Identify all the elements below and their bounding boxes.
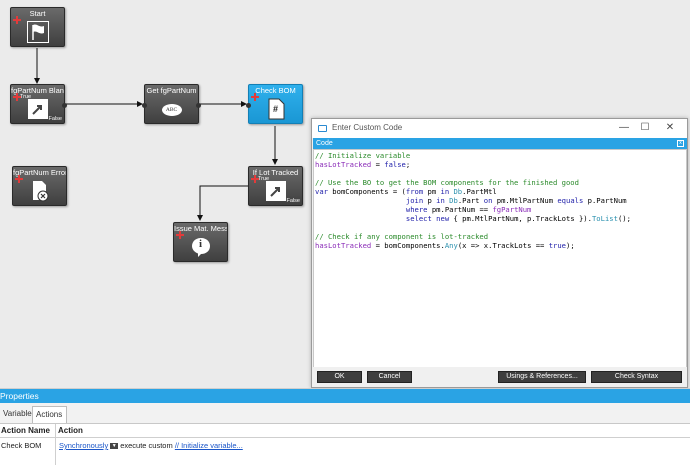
code-line: // Check if any component is lot-tracked: [315, 232, 489, 241]
close-icon[interactable]: ✕: [659, 119, 681, 138]
node-issue-mat-message[interactable]: Issue Mat. Messag i: [173, 222, 228, 262]
arrow-icon: [265, 181, 286, 201]
input-port[interactable]: [246, 103, 251, 108]
code-line: // Use the BO to get the BOM components …: [315, 178, 579, 187]
code-file-icon-text: #: [272, 104, 278, 114]
flag-icon: [26, 21, 49, 43]
maximize-icon[interactable]: ☐: [634, 119, 656, 138]
code-line: join p in Db.Part on pm.MtlPartNum equal…: [405, 196, 627, 205]
abc-icon-text: ABC: [165, 107, 178, 113]
code-line: hasLotTracked = bomComponents.Any(x => x…: [315, 241, 575, 250]
info-icon-text: i: [198, 238, 203, 250]
code-line: hasLotTracked = false;: [315, 160, 411, 169]
properties-panel: Properties Variables Actions Action Name…: [0, 388, 690, 465]
dialog-button-bar: OK Cancel Usings & References... Check S…: [312, 367, 687, 387]
dialog-title-bar[interactable]: Enter Custom Code — ☐ ✕: [312, 119, 687, 138]
action-name-cell: Check BOM: [1, 441, 42, 450]
input-port[interactable]: [142, 103, 147, 108]
column-divider: [55, 424, 56, 465]
false-label: False: [286, 198, 300, 204]
false-label: False: [48, 116, 62, 122]
synchronously-link[interactable]: Synchronously: [59, 441, 108, 450]
tab-variables[interactable]: Variables: [0, 406, 36, 423]
action-cell: Synchronously ▼ execute custom // Initiali…: [59, 439, 243, 453]
app-icon: [318, 125, 327, 132]
collapse-icon[interactable]: x: [677, 140, 684, 147]
code-editor[interactable]: // Initialize variable hasLotTracked = f…: [313, 149, 687, 368]
minimize-icon[interactable]: —: [613, 119, 635, 138]
output-port[interactable]: [196, 103, 201, 108]
dialog-title: Enter Custom Code: [332, 123, 403, 132]
code-section-label: Code: [316, 140, 333, 147]
code-section-header: Code x: [313, 138, 687, 149]
column-header-action[interactable]: Action: [57, 424, 83, 437]
properties-header: Properties: [0, 389, 690, 403]
actions-grid: Action Name Action Check BOM Synchronous…: [0, 423, 690, 465]
code-line: where pm.PartNum == fgPartNum: [405, 205, 532, 214]
code-line: var bomComponents = (from pm in Db.PartM…: [315, 187, 497, 196]
code-line: select new { pm.MtlPartNum, p.TrackLots …: [405, 214, 631, 223]
code-line: // Initialize variable: [315, 151, 411, 160]
node-get-fgpartnum[interactable]: Get fgPartNum ABC: [142, 84, 201, 124]
expand-plus-icon[interactable]: [251, 93, 259, 101]
action-middle-text: execute custom: [120, 441, 173, 450]
error-doc-icon: [32, 181, 48, 202]
ok-button[interactable]: OK: [317, 371, 362, 383]
node-title: Get fgPartNum: [146, 86, 197, 95]
expand-plus-icon[interactable]: [13, 16, 21, 24]
arrow-icon: [27, 99, 48, 119]
custom-code-link[interactable]: // Initialize variable...: [175, 441, 243, 450]
usings-references-button[interactable]: Usings & References...: [498, 371, 586, 383]
chevron-down-icon[interactable]: ▼: [110, 443, 119, 450]
column-header-action-name[interactable]: Action Name: [0, 424, 55, 437]
node-fgpartnum-error[interactable]: fgPartNum Error: [12, 166, 67, 206]
node-start[interactable]: Start: [10, 7, 65, 47]
node-fgpartnum-blank[interactable]: fgPartNum Blank True False: [10, 84, 67, 124]
node-check-bom[interactable]: Check BOM #: [246, 84, 303, 124]
check-syntax-button[interactable]: Check Syntax: [591, 371, 682, 383]
cancel-button[interactable]: Cancel: [367, 371, 412, 383]
node-if-lot-tracked[interactable]: If Lot Tracked True False: [248, 166, 303, 206]
expand-plus-icon[interactable]: [15, 175, 23, 183]
tab-actions[interactable]: Actions: [32, 406, 67, 423]
output-port[interactable]: [62, 103, 67, 108]
custom-code-dialog[interactable]: Enter Custom Code — ☐ ✕ Code x // Initia…: [311, 118, 688, 388]
